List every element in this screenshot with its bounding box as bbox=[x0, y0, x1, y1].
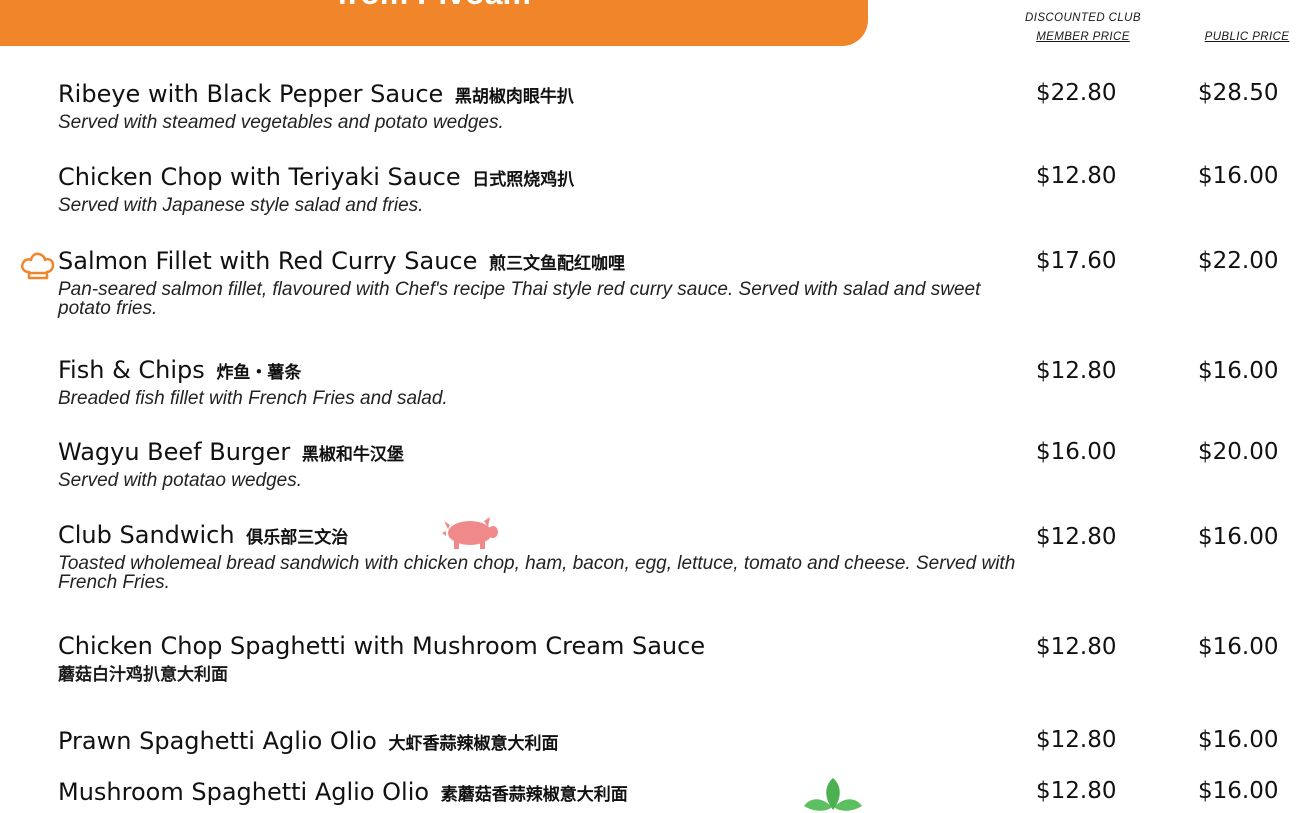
menu-item-chinese-name: 素蘑菇香蒜辣椒意大利面 bbox=[440, 785, 628, 805]
member-price: $17.60 bbox=[1036, 248, 1117, 274]
menu-item-fish-chips: Fish & Chips 炸鱼・薯条 Breaded fish fillet w… bbox=[58, 355, 1018, 408]
leaf-icon bbox=[804, 778, 862, 811]
public-price: $16.00 bbox=[1198, 163, 1279, 189]
member-price-column-header: Discounted Club Member Price bbox=[1008, 9, 1158, 47]
public-price: $20.00 bbox=[1198, 439, 1279, 465]
public-price: $16.00 bbox=[1198, 358, 1279, 384]
menu-item-chinese-name: 炸鱼・薯条 bbox=[216, 363, 302, 383]
member-price-header-line1: Discounted Club bbox=[1025, 12, 1141, 24]
public-price: $16.00 bbox=[1198, 524, 1279, 550]
menu-item-description: Breaded fish fillet with French Fries an… bbox=[58, 388, 448, 409]
menu-item-description: Served with potatao wedges. bbox=[58, 470, 302, 491]
member-price: $12.80 bbox=[1036, 778, 1117, 804]
public-price: $28.50 bbox=[1198, 80, 1279, 106]
menu-item-name: Ribeye with Black Pepper Sauce 黑胡椒肉眼牛扒 bbox=[58, 79, 1018, 112]
banner-title: from Pivoam bbox=[0, 0, 868, 12]
menu-item-name: Fish & Chips 炸鱼・薯条 bbox=[58, 355, 1018, 388]
menu-item-description: Toasted wholemeal bread sandwich with ch… bbox=[58, 553, 1016, 593]
member-price: $12.80 bbox=[1036, 358, 1117, 384]
menu-item-chicken-teriyaki: Chicken Chop with Teriyaki Sauce 日式照烧鸡扒 … bbox=[58, 162, 1018, 215]
public-price: $16.00 bbox=[1198, 634, 1279, 660]
menu-item-title: Club Sandwich bbox=[58, 521, 235, 549]
member-price: $22.80 bbox=[1036, 80, 1117, 106]
member-price: $12.80 bbox=[1036, 163, 1117, 189]
public-price: $22.00 bbox=[1198, 248, 1279, 274]
menu-item-name: Prawn Spaghetti Aglio Olio 大虾香蒜辣椒意大利面 bbox=[58, 726, 1018, 759]
member-price-header-line2: Member Price bbox=[1036, 31, 1130, 43]
menu-item-description: Pan-seared salmon fillet, flavoured with… bbox=[58, 279, 981, 319]
menu-item-club-sandwich: Club Sandwich 俱乐部三文治 Toasted wholemeal b… bbox=[58, 520, 1018, 592]
public-price: $16.00 bbox=[1198, 778, 1279, 804]
menu-item-chicken-spaghetti: Chicken Chop Spaghetti with Mushroom Cre… bbox=[58, 631, 1018, 689]
menu-item-chinese-name: 日式照烧鸡扒 bbox=[472, 170, 575, 190]
menu-item-description: Served with steamed vegetables and potat… bbox=[58, 112, 504, 133]
menu-item-title: Ribeye with Black Pepper Sauce bbox=[58, 80, 444, 108]
menu-item-name: Chicken Chop Spaghetti with Mushroom Cre… bbox=[58, 631, 1018, 661]
menu-item-chinese-name: 蘑菇白汁鸡扒意大利面 bbox=[58, 665, 228, 685]
public-price-header-label: Public Price bbox=[1204, 31, 1290, 43]
menu-item-wagyu-burger: Wagyu Beef Burger 黑椒和牛汉堡 Served with pot… bbox=[58, 437, 1018, 490]
menu-item-name: Mushroom Spaghetti Aglio Olio 素蘑菇香蒜辣椒意大利… bbox=[58, 777, 1018, 810]
menu-item-title: Prawn Spaghetti Aglio Olio bbox=[58, 727, 377, 755]
menu-item-name: Salmon Fillet with Red Curry Sauce 煎三文鱼配… bbox=[58, 246, 1018, 279]
member-price: $16.00 bbox=[1036, 439, 1117, 465]
header-banner: from Pivoam bbox=[0, 0, 868, 46]
menu-item-title: Mushroom Spaghetti Aglio Olio bbox=[58, 778, 430, 806]
member-price: $12.80 bbox=[1036, 727, 1117, 753]
menu-item-description: Served with Japanese style salad and fri… bbox=[58, 195, 424, 216]
menu-item-chinese-name: 黑胡椒肉眼牛扒 bbox=[454, 87, 574, 107]
menu-item-title: Chicken Chop with Teriyaki Sauce bbox=[58, 163, 461, 191]
menu-item-name: Wagyu Beef Burger 黑椒和牛汉堡 bbox=[58, 437, 1018, 470]
menu-item-chinese-name: 大虾香蒜辣椒意大利面 bbox=[388, 734, 559, 754]
menu-item-title: Fish & Chips bbox=[58, 356, 205, 384]
pig-icon bbox=[442, 517, 498, 549]
menu-item-title: Salmon Fillet with Red Curry Sauce bbox=[58, 247, 478, 275]
chef-hat-icon bbox=[21, 252, 55, 280]
member-price: $12.80 bbox=[1036, 634, 1117, 660]
menu-item-name: Club Sandwich 俱乐部三文治 bbox=[58, 520, 1018, 553]
public-price: $16.00 bbox=[1198, 727, 1279, 753]
menu-item-chinese-name: 俱乐部三文治 bbox=[246, 528, 349, 548]
menu-item-chinese-name: 黑椒和牛汉堡 bbox=[301, 445, 404, 465]
menu-item-chinese-name: 煎三文鱼配红咖哩 bbox=[489, 254, 626, 274]
menu-item-ribeye: Ribeye with Black Pepper Sauce 黑胡椒肉眼牛扒 S… bbox=[58, 79, 1018, 132]
menu-item-name: Chicken Chop with Teriyaki Sauce 日式照烧鸡扒 bbox=[58, 162, 1018, 195]
menu-item-mushroom-spaghetti: Mushroom Spaghetti Aglio Olio 素蘑菇香蒜辣椒意大利… bbox=[58, 777, 1018, 810]
menu-item-prawn-spaghetti: Prawn Spaghetti Aglio Olio 大虾香蒜辣椒意大利面 bbox=[58, 726, 1018, 759]
menu-item-title: Chicken Chop Spaghetti with Mushroom Cre… bbox=[58, 632, 706, 660]
menu-item-salmon: Salmon Fillet with Red Curry Sauce 煎三文鱼配… bbox=[58, 246, 1018, 318]
member-price: $12.80 bbox=[1036, 524, 1117, 550]
menu-item-title: Wagyu Beef Burger bbox=[58, 438, 291, 466]
public-price-column-header: Public Price bbox=[1192, 28, 1299, 47]
